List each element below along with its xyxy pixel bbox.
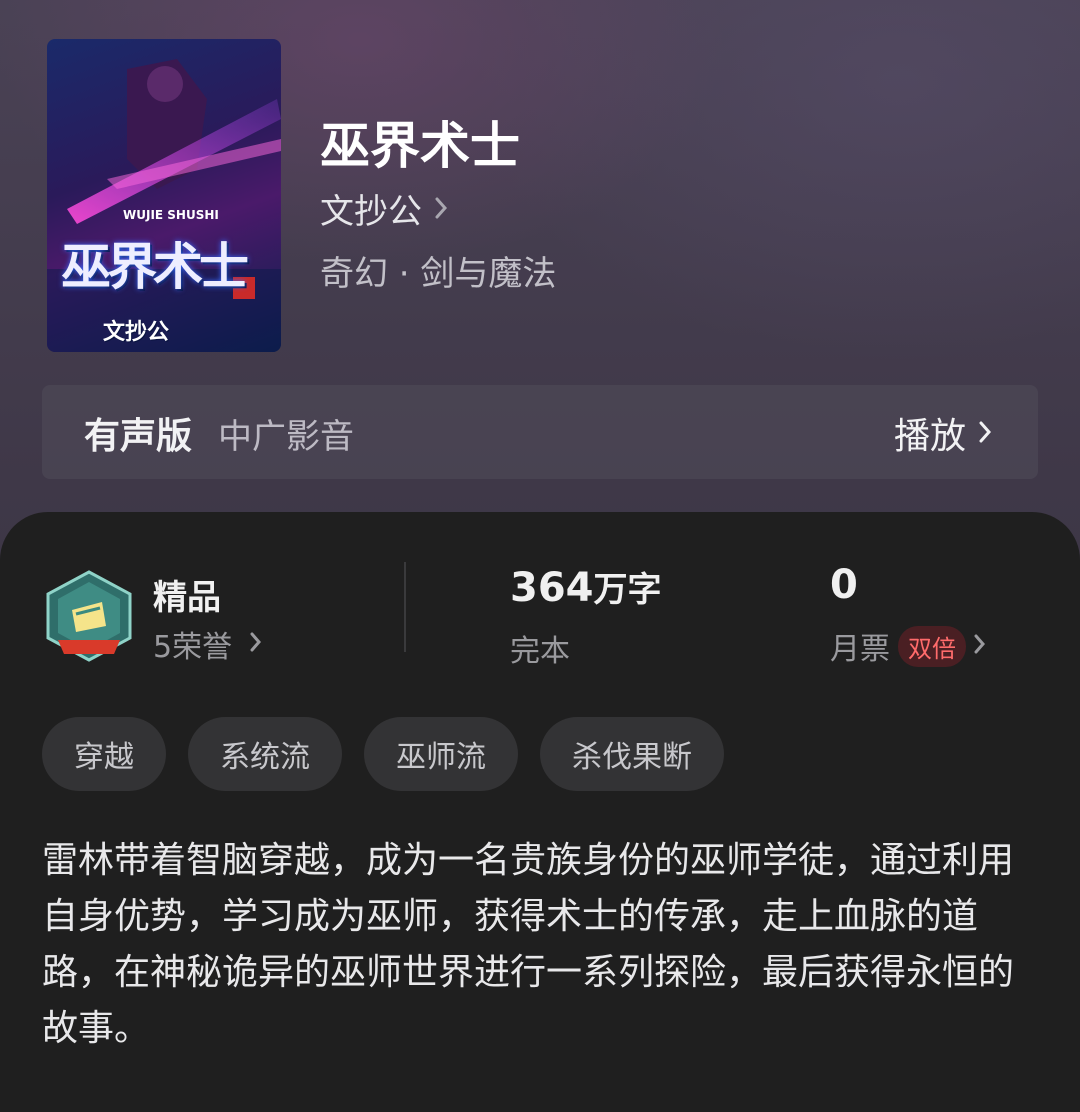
cover-pinyin: WUJIE SHUSHI <box>123 208 219 222</box>
tag-chip[interactable]: 杀伐果断 <box>540 717 724 791</box>
honor-link[interactable]: 5荣誉 <box>153 622 262 666</box>
chevron-right-icon <box>974 633 986 659</box>
completion-status: 完本 <box>510 634 570 669</box>
tag-chip[interactable]: 巫师流 <box>364 717 518 791</box>
cover-author-art: 文抄公 <box>103 320 170 345</box>
chevron-right-icon <box>250 631 262 657</box>
tag-list: 穿越 系统流 巫师流 杀伐果断 <box>42 717 724 791</box>
monthly-ticket-link[interactable]: 月票 双倍 <box>830 624 986 668</box>
author-name: 文抄公 <box>320 192 422 232</box>
honor-count: 5荣誉 <box>153 630 233 665</box>
cover-title-art: 巫界术士 <box>61 237 249 296</box>
book-description: 雷林带着智脑穿越，成为一名贵族身份的巫师学徒，通过利用自身优势，学习成为巫师，获… <box>42 840 1015 1049</box>
audio-version-bar[interactable]: 有声版 中广影音 播放 <box>42 385 1038 479</box>
audio-publisher: 中广影音 <box>218 417 354 457</box>
chevron-right-icon <box>434 189 448 229</box>
word-count-number: 364 <box>510 565 594 611</box>
play-button[interactable]: 播放 <box>894 407 992 459</box>
tag-chip[interactable]: 系统流 <box>188 717 342 791</box>
book-cover[interactable]: WUJIE SHUSHI 巫界术士 文抄公 <box>47 39 281 352</box>
quality-badge-icon[interactable] <box>44 570 134 666</box>
author-link[interactable]: 文抄公 <box>320 184 448 233</box>
monthly-ticket-label: 月票 <box>830 632 890 667</box>
word-count: 364万字 <box>510 562 662 611</box>
book-title: 巫界术士 <box>320 116 520 175</box>
word-count-unit: 万字 <box>593 570 662 610</box>
chevron-right-icon <box>978 413 992 454</box>
monthly-ticket-count: 0 <box>830 562 858 608</box>
quality-label: 精品 <box>153 578 221 618</box>
book-genre: 奇幻 · 剑与魔法 <box>320 254 557 294</box>
audio-version-label: 有声版 <box>84 416 193 457</box>
cover-art <box>47 59 281 352</box>
play-label: 播放 <box>893 416 966 457</box>
tag-chip[interactable]: 穿越 <box>42 717 166 791</box>
stat-divider <box>404 562 406 652</box>
double-badge: 双倍 <box>898 625 966 667</box>
